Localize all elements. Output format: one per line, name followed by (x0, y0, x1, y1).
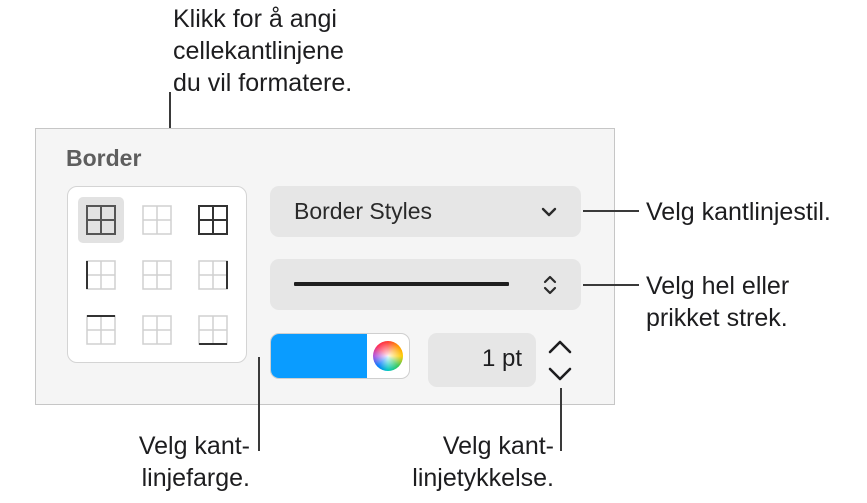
border-color-swatch[interactable] (271, 334, 367, 378)
outside-and-inside-borders-button[interactable] (190, 197, 236, 243)
right-border-button[interactable] (190, 252, 236, 298)
bottom-border-icon (198, 315, 228, 345)
vertical-inside-border-icon (142, 260, 172, 290)
leader-line-thickness (560, 388, 562, 451)
horizontal-inside-border-icon (142, 315, 172, 345)
section-title: Border (66, 145, 142, 171)
leader-line-border-style (583, 210, 639, 212)
solid-line-sample (294, 282, 509, 286)
stroke-width-field[interactable]: 1 pt (428, 333, 536, 387)
callout-select-borders: Klikk for å angi cellekantlinjene du vil… (173, 5, 353, 97)
all-borders-icon (86, 205, 116, 235)
up-down-chevron-icon (543, 275, 557, 295)
bottom-border-button[interactable] (190, 307, 236, 353)
right-border-icon (198, 260, 228, 290)
border-styles-dropdown[interactable]: Border Styles (270, 186, 581, 237)
top-border-icon (86, 315, 116, 345)
callout-border-style: Velg kantlinjestil. (646, 198, 831, 226)
vertical-inside-border-button[interactable] (134, 252, 180, 298)
callout-line-style: Velg hel eller prikket strek. (646, 272, 790, 332)
stepper-down-button[interactable] (540, 360, 580, 387)
leader-line-color (258, 357, 260, 451)
horizontal-inside-border-button[interactable] (134, 307, 180, 353)
all-borders-button[interactable] (78, 197, 124, 243)
chevron-down-icon (548, 367, 572, 380)
callout-thickness: Velg kant- linjetykkelse. (412, 432, 554, 492)
line-style-popup[interactable] (270, 259, 581, 310)
full-grid-icon (198, 205, 228, 235)
border-styles-label: Border Styles (294, 198, 433, 224)
stroke-width-stepper (540, 333, 580, 387)
callout-color: Velg kant- linjefarge. (138, 432, 250, 492)
inside-borders-button[interactable] (134, 197, 180, 243)
stroke-width-value: 1 pt (481, 345, 522, 372)
color-picker-button[interactable] (367, 334, 409, 378)
chevron-down-icon (541, 207, 557, 217)
top-border-button[interactable] (78, 307, 124, 353)
border-selector (67, 186, 247, 363)
left-border-button[interactable] (78, 252, 124, 298)
chevron-up-icon (548, 340, 572, 353)
left-border-icon (86, 260, 116, 290)
inside-borders-icon (142, 205, 172, 235)
color-wheel-icon (373, 341, 403, 371)
leader-line-line-style (583, 284, 639, 286)
stepper-up-button[interactable] (540, 333, 580, 360)
border-color-well (270, 333, 410, 379)
